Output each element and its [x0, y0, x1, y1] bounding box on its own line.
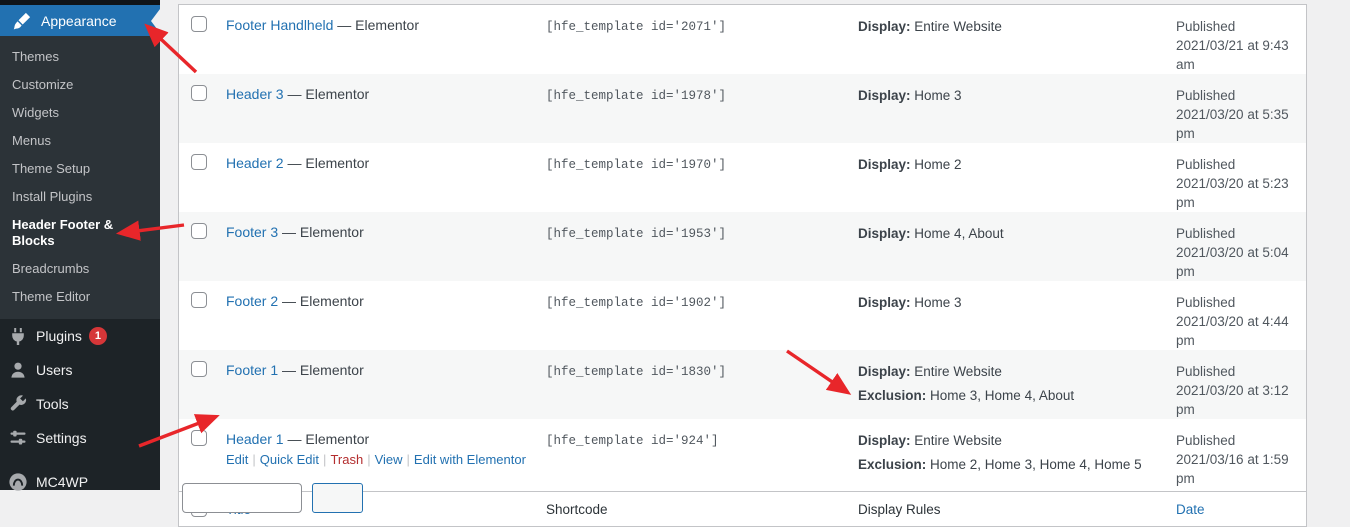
table-row: Header 1 — Elementor Edit | Quick Edit | Tra… [179, 419, 1306, 491]
table-row: Footer Handlheld — Elementor [hfe_templa… [179, 5, 1306, 74]
title-suffix: — Elementor [278, 293, 364, 309]
users-icon [8, 360, 28, 380]
mc4wp-icon [8, 472, 28, 492]
sidebar-submenu-item[interactable]: Theme Editor [0, 283, 160, 311]
sidebar-item-label: MC4WP [36, 474, 88, 490]
sort-date-link[interactable]: Date [1176, 502, 1205, 517]
row-checkbox[interactable] [191, 223, 207, 239]
date-cell: Published 2021/03/20 at 5:04 pm [1166, 212, 1306, 281]
template-title-link[interactable]: Header 2 [226, 155, 284, 171]
appearance-submenu: ThemesCustomizeWidgetsMenusTheme SetupIn… [0, 36, 160, 319]
sidebar-submenu-item[interactable]: Theme Setup [0, 155, 160, 183]
table-row: Footer 1 — Elementor [hfe_template id='1… [179, 350, 1306, 419]
date-cell: Published 2021/03/20 at 4:44 pm [1166, 281, 1306, 350]
template-title-link[interactable]: Header 3 [226, 86, 284, 102]
tools-icon [8, 394, 28, 414]
template-title-link[interactable]: Header 1 [226, 431, 284, 447]
admin-content: Footer Handlheld — Elementor [hfe_templa… [160, 0, 1350, 490]
row-action-edit[interactable]: Edit [226, 452, 248, 467]
admin-main-menu: Plugins 1 Users Tools Settings MC4WP [0, 319, 160, 499]
sidebar-item-mc4wp[interactable]: MC4WP [0, 465, 160, 499]
display-rules-cell: Display: Home 3 [846, 74, 1166, 143]
row-checkbox[interactable] [191, 85, 207, 101]
row-checkbox[interactable] [191, 430, 207, 446]
bulk-actions-select[interactable] [182, 483, 302, 513]
date-cell: Published 2021/03/21 at 9:43 am [1166, 5, 1306, 74]
sidebar-submenu-item[interactable]: Themes [0, 43, 160, 71]
display-rules-cell: Display: Entire Website [846, 5, 1166, 74]
table-row: Footer 3 — Elementor [hfe_template id='1… [179, 212, 1306, 281]
shortcode-text: [hfe_template id='1902'] [536, 281, 846, 350]
settings-icon [8, 428, 28, 448]
current-menu-arrow [151, 9, 160, 33]
sidebar-item-plugins[interactable]: Plugins 1 [0, 319, 160, 353]
shortcode-text: [hfe_template id='2071'] [536, 5, 846, 74]
sidebar-item-tools[interactable]: Tools [0, 387, 160, 421]
sidebar-item-label: Settings [36, 430, 87, 446]
sidebar-item-settings[interactable]: Settings [0, 421, 160, 455]
templates-list-table: Footer Handlheld — Elementor [hfe_templa… [178, 4, 1307, 527]
row-checkbox[interactable] [191, 292, 207, 308]
sidebar-item-label: Tools [36, 396, 69, 412]
date-cell: Published 2021/03/20 at 5:23 pm [1166, 143, 1306, 212]
action-separator: | [367, 452, 370, 467]
sidebar-item-users[interactable]: Users [0, 353, 160, 387]
row-action-view[interactable]: View [375, 452, 403, 467]
sidebar-submenu-item[interactable]: Breadcrumbs [0, 255, 160, 283]
display-rules-cell: Display: Entire Website Exclusion: Home … [846, 350, 1166, 419]
plugins-icon [8, 326, 28, 346]
sidebar-submenu-item[interactable]: Install Plugins [0, 183, 160, 211]
title-suffix: — Elementor [284, 155, 370, 171]
paintbrush-icon [12, 11, 32, 31]
shortcode-text: [hfe_template id='1978'] [536, 74, 846, 143]
row-action-trash[interactable]: Trash [330, 452, 363, 467]
admin-sidebar: Appearance ThemesCustomizeWidgetsMenusTh… [0, 0, 160, 490]
table-row: Header 3 — Elementor [hfe_template id='1… [179, 74, 1306, 143]
title-suffix: — Elementor [278, 224, 364, 240]
sidebar-submenu-item[interactable]: Customize [0, 71, 160, 99]
row-actions: Edit | Quick Edit | Trash | View | Edit with Ele… [226, 452, 526, 467]
action-separator: | [407, 452, 410, 467]
template-title-link[interactable]: Footer 2 [226, 293, 278, 309]
shortcode-text: [hfe_template id='924'] [536, 419, 846, 491]
row-checkbox[interactable] [191, 154, 207, 170]
template-title-link[interactable]: Footer Handlheld [226, 17, 333, 33]
display-rules-cell: Display: Home 3 [846, 281, 1166, 350]
sidebar-item-appearance[interactable]: Appearance [0, 5, 160, 36]
title-suffix: — Elementor [284, 86, 370, 102]
display-rules-cell: Display: Entire Website Exclusion: Home … [846, 419, 1166, 491]
apply-button[interactable] [312, 483, 363, 513]
column-shortcode-label: Shortcode [536, 502, 846, 517]
sidebar-submenu-item[interactable]: Menus [0, 127, 160, 155]
display-rules-cell: Display: Home 2 [846, 143, 1166, 212]
date-cell: Published 2021/03/20 at 3:12 pm [1166, 350, 1306, 419]
row-checkbox[interactable] [191, 361, 207, 377]
shortcode-text: [hfe_template id='1970'] [536, 143, 846, 212]
sidebar-submenu-item[interactable]: Widgets [0, 99, 160, 127]
title-suffix: — Elementor [278, 362, 364, 378]
display-rules-cell: Display: Home 4, About [846, 212, 1166, 281]
row-action-quick-edit[interactable]: Quick Edit [260, 452, 319, 467]
table-row: Header 2 — Elementor [hfe_template id='1… [179, 143, 1306, 212]
template-title-link[interactable]: Footer 1 [226, 362, 278, 378]
action-separator: | [323, 452, 326, 467]
date-cell: Published 2021/03/16 at 1:59 pm [1166, 419, 1306, 491]
date-cell: Published 2021/03/20 at 5:35 pm [1166, 74, 1306, 143]
sidebar-submenu-item[interactable]: Header Footer & Blocks [0, 211, 160, 255]
shortcode-text: [hfe_template id='1953'] [536, 212, 846, 281]
sidebar-item-label: Users [36, 362, 73, 378]
action-separator: | [252, 452, 255, 467]
title-suffix: — Elementor [333, 17, 419, 33]
title-suffix: — Elementor [284, 431, 370, 447]
sidebar-item-label: Plugins [36, 328, 82, 344]
shortcode-text: [hfe_template id='1830'] [536, 350, 846, 419]
template-title-link[interactable]: Footer 3 [226, 224, 278, 240]
update-count-badge: 1 [89, 327, 107, 345]
row-action-edit-with-elementor[interactable]: Edit with Elementor [414, 452, 526, 467]
row-checkbox[interactable] [191, 16, 207, 32]
table-row: Footer 2 — Elementor [hfe_template id='1… [179, 281, 1306, 350]
sidebar-item-label: Appearance [41, 13, 117, 29]
column-display-rules-label: Display Rules [846, 502, 1166, 517]
